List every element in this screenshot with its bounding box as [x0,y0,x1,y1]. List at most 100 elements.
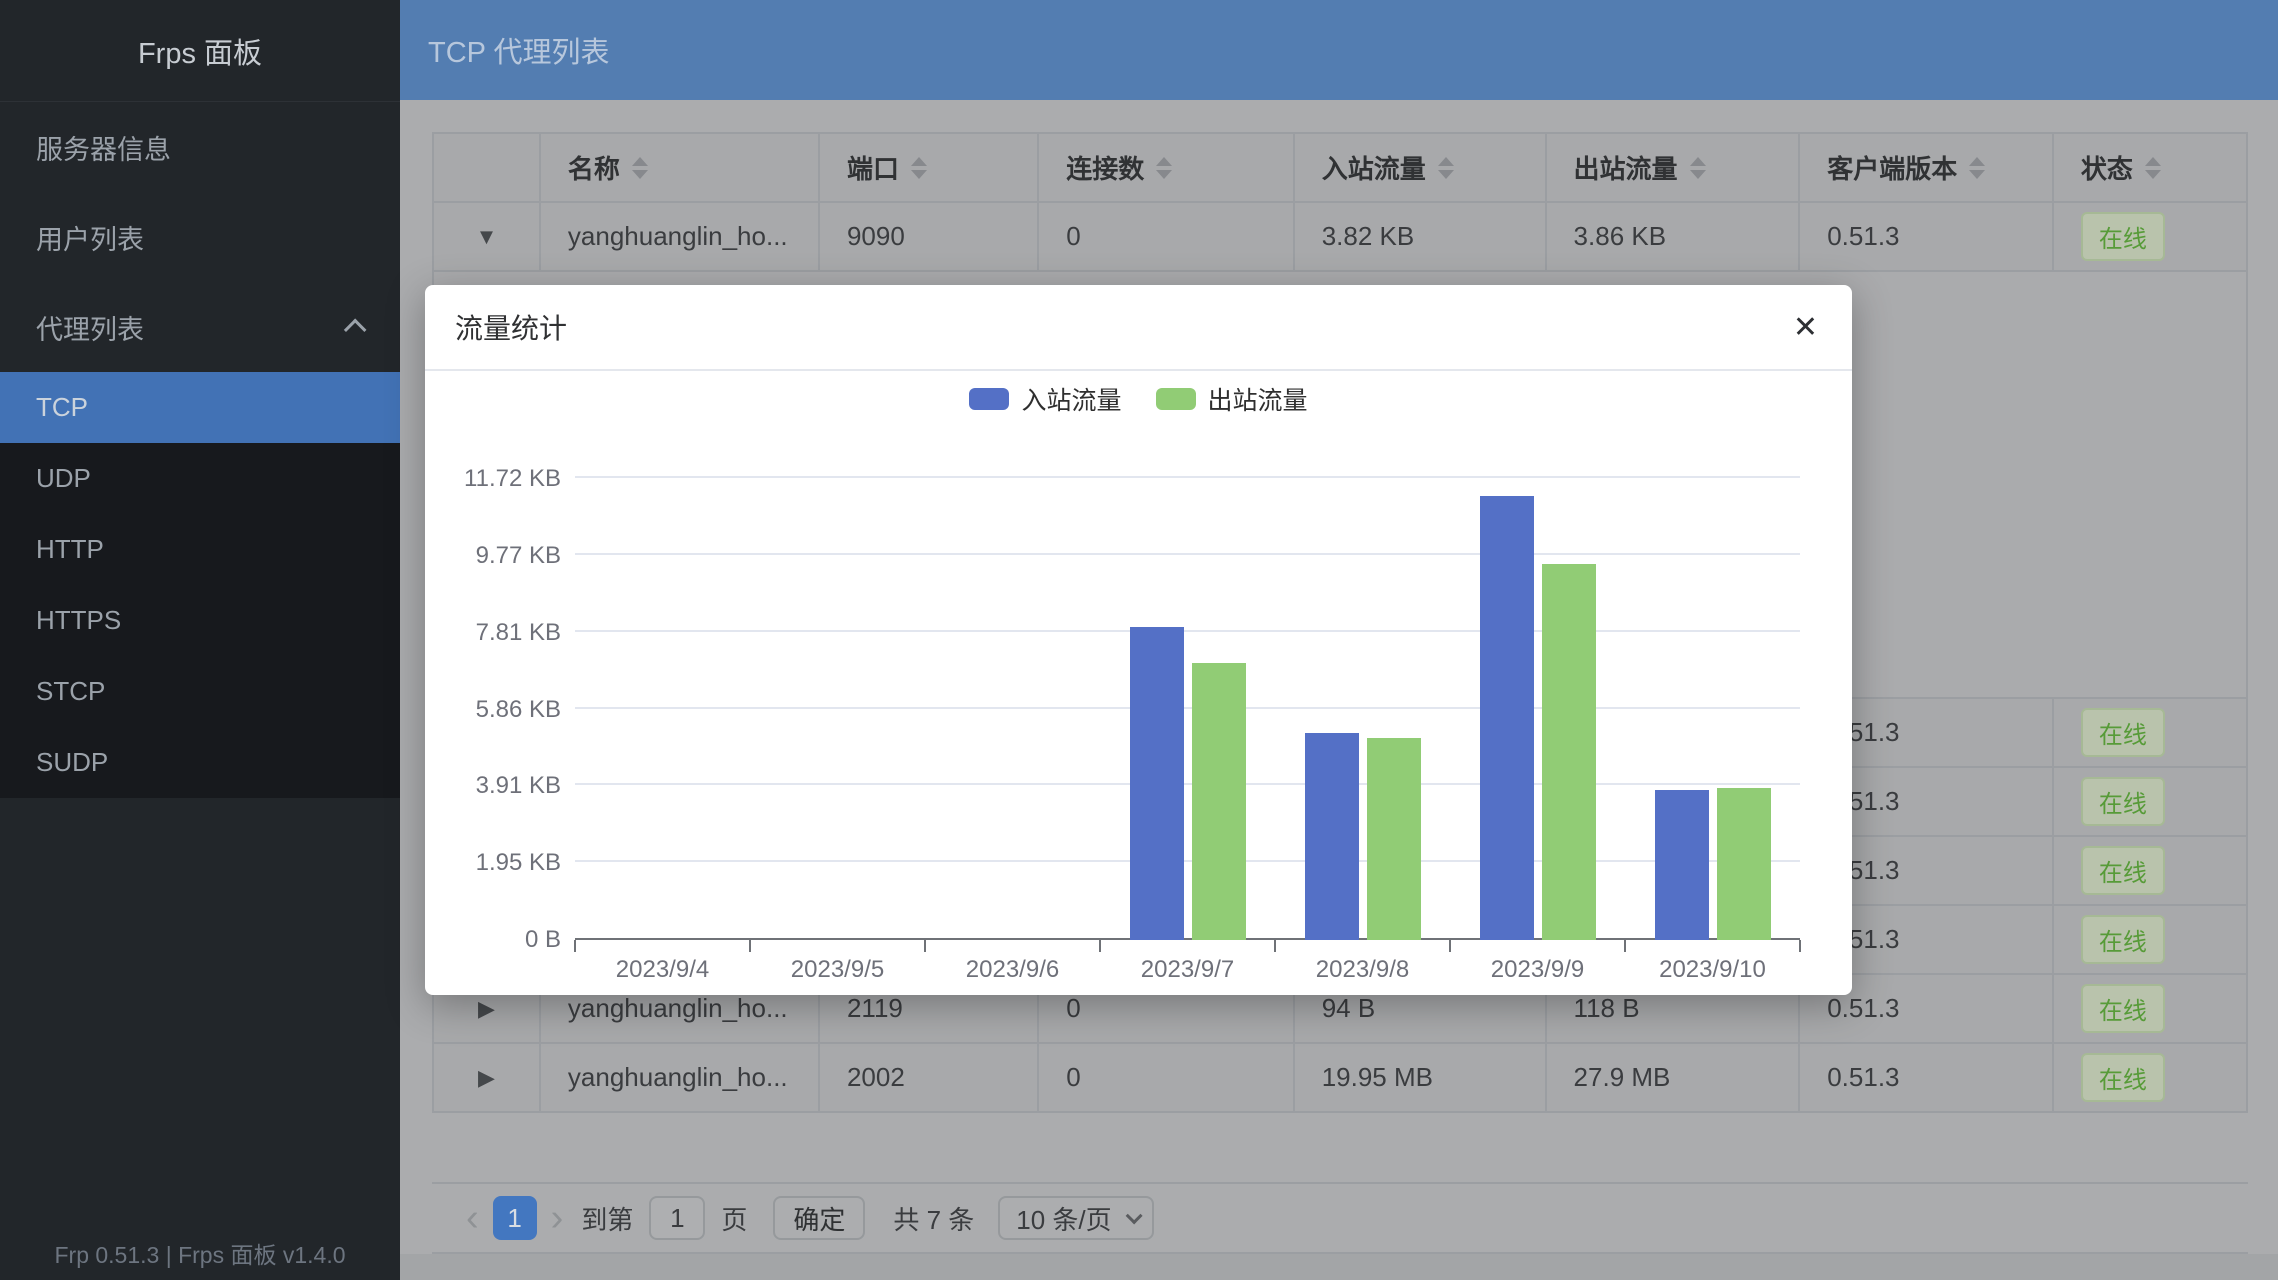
cell-port: 2002 [820,1044,1039,1111]
table-header-row: 名称 端口连接数 入站流量 出站流量 客户端版本状态 [434,134,2246,203]
bar-group [1450,479,1625,940]
column-header-status[interactable]: 状态 [2054,134,2246,201]
x-axis-tick-label: 2023/9/4 [575,956,750,984]
bar-group [575,479,750,940]
sidebar-item-stcp[interactable]: STCP [0,656,400,727]
cell-expand: ▶ [434,1044,541,1111]
expand-row-arrow-icon[interactable]: ▶ [478,1065,495,1091]
status-badge: 在线 [2081,1053,2165,1102]
x-axis-tick [574,940,576,952]
bar-group [1100,479,1275,940]
column-header-expand [434,134,541,201]
cell-status: 在线 [2054,1044,2246,1111]
sidebar-item-tcp[interactable]: TCP [0,372,400,443]
sidebar-item-http[interactable]: HTTP [0,514,400,585]
inbound-traffic-bar [1130,627,1184,940]
cell-status: 在线 [2054,975,2246,1042]
y-axis-tick-label: 5.86 KB [425,693,561,727]
page-background-strip [400,1254,2278,1280]
cell-status: 在线 [2054,203,2246,270]
column-header-traffic_out[interactable]: 出站流量 [1547,134,1801,201]
page-size-select[interactable]: 10 条/页 [998,1196,1153,1240]
bar-group [1275,479,1450,940]
sort-caret-icon[interactable] [1156,157,1172,179]
inbound-traffic-bar [1480,496,1534,940]
sort-caret-icon[interactable] [632,157,648,179]
x-axis-tick [1274,940,1276,952]
sidebar-item-label: 用户列表 [36,218,144,257]
column-header-traffic_in[interactable]: 入站流量 [1295,134,1547,201]
column-label: 名称 [568,149,620,186]
column-label: 状态 [2081,149,2133,186]
cell-status: 在线 [2054,906,2246,973]
sidebar-item-server-info[interactable]: 服务器信息 [0,102,400,192]
bar-group [750,479,925,940]
bar-group [1625,479,1800,940]
version-footer: Frp 0.51.3 | Frps 面板 v1.4.0 [0,1236,400,1270]
column-header-port[interactable]: 端口 [820,134,1039,201]
sidebar-item-user-list[interactable]: 用户列表 [0,192,400,282]
page-number-button[interactable]: 1 [493,1196,537,1240]
cell-status: 在线 [2054,699,2246,766]
x-axis-tick [1799,940,1801,952]
x-axis-tick-label: 2023/9/6 [925,956,1100,984]
cell-traffic_in: 3.82 KB [1295,203,1547,270]
cell-traffic_out: 27.9 MB [1547,1044,1801,1111]
chevron-down-icon [1125,1207,1142,1224]
y-axis-tick-label: 3.91 KB [425,769,561,803]
column-header-client_version[interactable]: 客户端版本 [1800,134,2054,201]
confirm-button[interactable]: 确定 [773,1196,865,1240]
sort-caret-icon[interactable] [1969,157,1985,179]
cell-connections: 0 [1039,203,1294,270]
sort-caret-icon[interactable] [911,157,927,179]
total-count-label: 共 7 条 [893,1200,974,1237]
x-axis-tick-label: 2023/9/5 [750,956,925,984]
prev-page-button[interactable]: ‹ [460,1199,485,1237]
y-axis-tick-label: 1.95 KB [425,846,561,880]
sort-caret-icon[interactable] [2145,157,2161,179]
sidebar-submenu-proxy-types: TCPUDPHTTPHTTPSSTCPSUDP [0,372,400,798]
column-header-name[interactable]: 名称 [541,134,820,201]
status-badge: 在线 [2081,915,2165,964]
sidebar-item-label: 代理列表 [36,308,144,347]
x-axis-tick-label: 2023/9/7 [1100,956,1275,984]
page-unit-label: 页 [721,1200,747,1237]
cell-expand: ▼ [434,203,541,270]
column-label: 连接数 [1066,149,1144,186]
cell-client_version: 0.51.3 [1800,1044,2054,1111]
x-axis-tick-label: 2023/9/10 [1625,956,1800,984]
page-header: TCP 代理列表 [400,0,2278,100]
traffic-stats-dialog: 流量统计 ✕ 入站流量出站流量 0 B1.95 KB3.91 KB5.86 KB… [425,285,1852,995]
table-row: ▶yanghuanglin_ho...2002019.95 MB27.9 MB0… [434,1044,2246,1113]
sort-caret-icon[interactable] [1438,157,1454,179]
cell-port: 9090 [820,203,1039,270]
sidebar-item-sudp[interactable]: SUDP [0,727,400,798]
cell-name: yanghuanglin_ho... [541,1044,820,1111]
goto-page-input[interactable] [649,1196,705,1240]
inbound-traffic-bar [1305,733,1359,940]
x-axis-tick [749,940,751,952]
sidebar-item-label: 服务器信息 [36,128,171,167]
page-size-value: 10 条/页 [1016,1200,1111,1237]
sidebar-item-https[interactable]: HTTPS [0,585,400,656]
cell-connections: 0 [1039,1044,1294,1111]
column-label: 出站流量 [1574,149,1678,186]
bar-group [925,479,1100,940]
column-header-connections[interactable]: 连接数 [1039,134,1294,201]
column-label: 入站流量 [1322,149,1426,186]
x-axis-tick-label: 2023/9/8 [1275,956,1450,984]
cell-traffic_out: 3.86 KB [1547,203,1801,270]
status-badge: 在线 [2081,777,2165,826]
x-axis-tick [1099,940,1101,952]
x-axis-tick [1449,940,1451,952]
y-axis-tick-label: 0 B [425,923,561,957]
sidebar-item-udp[interactable]: UDP [0,443,400,514]
next-page-button[interactable]: › [545,1199,570,1237]
y-axis-tick-label: 11.72 KB [425,462,561,496]
sidebar-item-proxy-list[interactable]: 代理列表 [0,282,400,372]
sort-caret-icon[interactable] [1690,157,1706,179]
collapse-row-arrow-icon[interactable]: ▼ [476,224,498,250]
expand-row-arrow-icon[interactable]: ▶ [478,996,495,1022]
sidebar: Frps 面板 服务器信息 用户列表 代理列表 TCPUDPHTTPHTTPSS… [0,0,400,1280]
cell-client_version: 0.51.3 [1800,203,2054,270]
